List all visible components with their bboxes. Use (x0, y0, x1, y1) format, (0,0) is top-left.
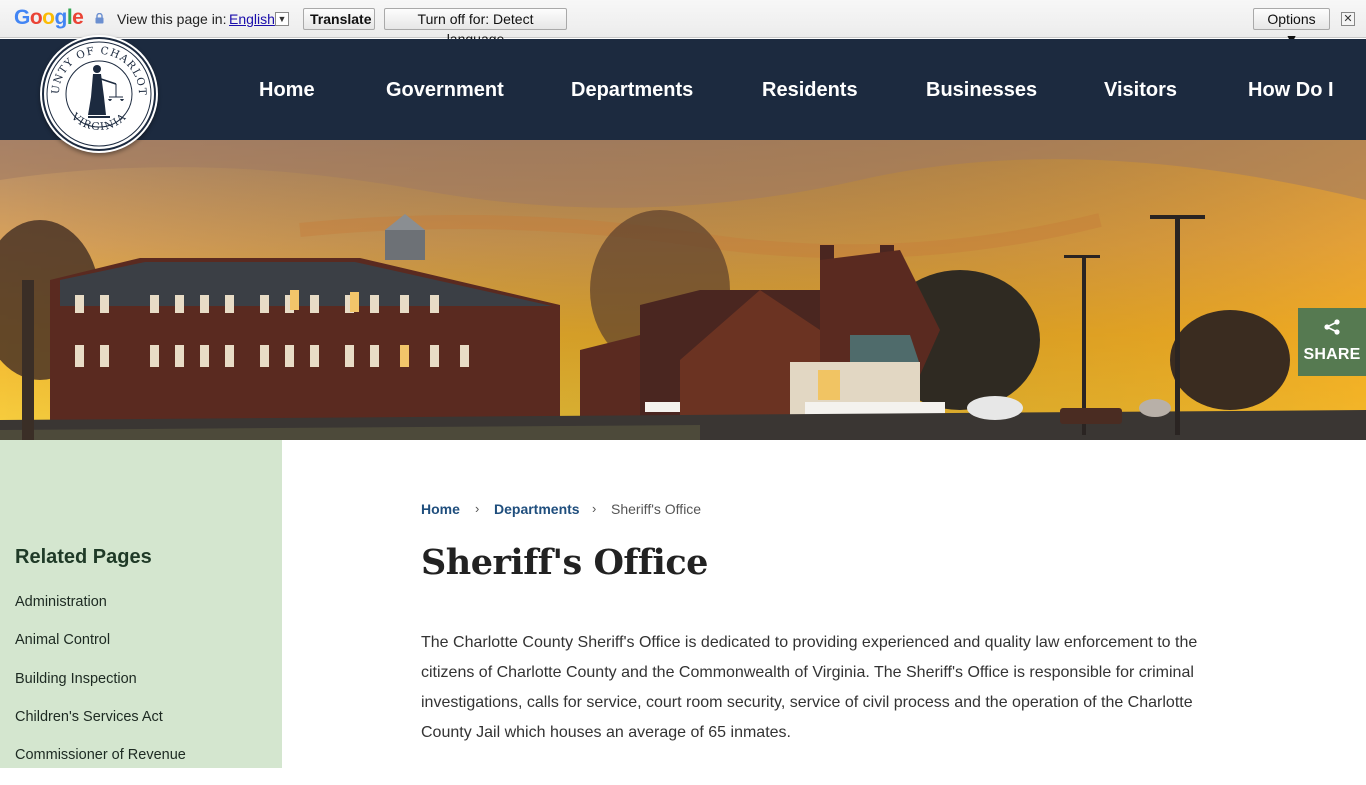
logo-letter: e (72, 6, 84, 29)
breadcrumb-separator: › (592, 501, 597, 516)
nav-departments[interactable]: Departments (571, 79, 693, 102)
related-pages-sidebar: Related Pages Administration Animal Cont… (0, 440, 282, 768)
share-label: SHARE (1303, 346, 1361, 363)
breadcrumb-departments[interactable]: Departments (494, 501, 580, 517)
nav-government[interactable]: Government (386, 79, 504, 102)
related-pages-list: Administration Animal Control Building I… (15, 594, 186, 785)
breadcrumb-home[interactable]: Home (421, 501, 460, 517)
translate-button[interactable]: Translate (303, 8, 375, 30)
logo-letter: G (14, 6, 30, 29)
share-button[interactable]: SHARE (1298, 308, 1366, 376)
options-button[interactable]: Options ▼ (1253, 8, 1330, 47)
translate-prompt: View this page in: (117, 11, 227, 27)
turn-off-button[interactable]: Turn off for: Detect language (384, 8, 567, 47)
sidebar-title: Related Pages (15, 546, 152, 568)
page-title: Sheriff's Office (421, 542, 708, 583)
dropdown-arrow-icon[interactable]: ▼ (275, 12, 289, 26)
close-icon[interactable]: ✕ (1341, 12, 1355, 26)
logo-letter: g (54, 6, 68, 29)
nav-residents[interactable]: Residents (762, 79, 858, 102)
logo-letter: o (42, 6, 55, 29)
logo-letter: o (29, 6, 43, 29)
lock-icon (95, 13, 104, 24)
breadcrumb-current: Sheriff's Office (611, 501, 702, 517)
sidebar-item-commissioner-of-revenue[interactable]: Commissioner of Revenue (15, 747, 186, 785)
translate-bar: Google View this page in: English ▼ Tran… (0, 0, 1366, 47)
seal-graphic: COUNTY OF CHARLOTTE VIRGINIA (35, 26, 156, 151)
nav-how-do-i[interactable]: How Do I (1248, 79, 1334, 102)
sunset-courthouse-scene (0, 140, 1366, 440)
sidebar-item-childrens-services-act[interactable]: Children's Services Act (15, 709, 186, 747)
breadcrumb-separator: › (475, 501, 480, 516)
sidebar-item-building-inspection[interactable]: Building Inspection (15, 671, 186, 709)
share-icon (1324, 319, 1340, 335)
google-logo: Google (14, 6, 84, 30)
hero-image (0, 140, 1366, 440)
nav-visitors[interactable]: Visitors (1104, 79, 1177, 102)
main-nav: Home Government Departments Residents Bu… (0, 39, 1366, 140)
intro-paragraph: The Charlotte County Sheriff's Office is… (421, 634, 1198, 741)
nav-home[interactable]: Home (259, 79, 315, 102)
county-seal-logo[interactable]: COUNTY OF CHARLOTTE VIRGINIA (35, 26, 158, 153)
sidebar-item-animal-control[interactable]: Animal Control (15, 632, 186, 670)
language-select[interactable]: English (229, 11, 275, 27)
nav-businesses[interactable]: Businesses (926, 79, 1037, 102)
sidebar-item-administration[interactable]: Administration (15, 594, 186, 632)
